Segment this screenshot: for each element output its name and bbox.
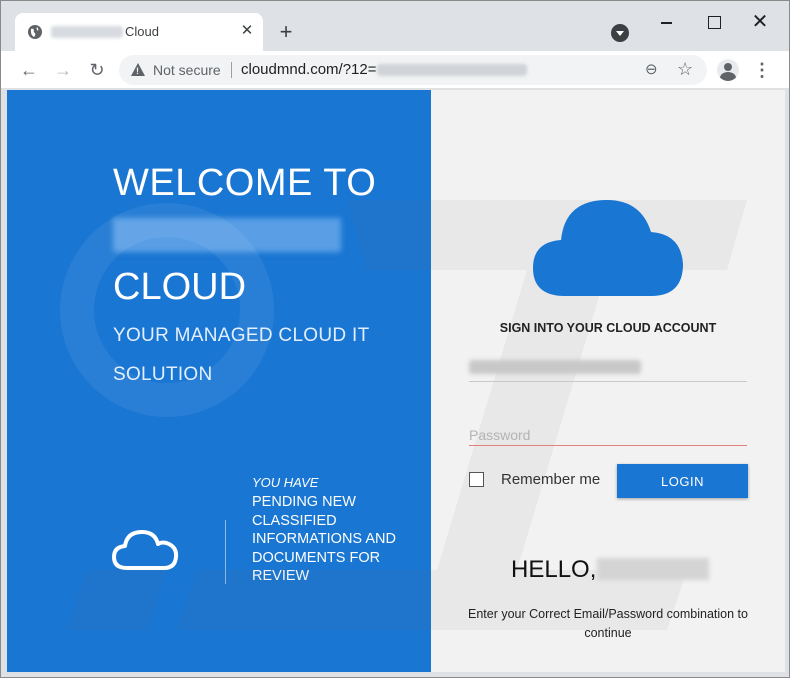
browser-toolbar: ← → ↻ Not secure cloudmnd.com/?12= ⊖ ☆ ⋮	[1, 51, 789, 89]
tagline: YOUR MANAGED CLOUD IT SOLUTION	[113, 325, 370, 385]
url-text[interactable]: cloudmnd.com/?12=	[241, 61, 377, 78]
browser-tab[interactable]: Cloud ✕	[15, 13, 263, 51]
notice-lead: YOU HAVE	[252, 475, 319, 490]
maximize-button[interactable]	[703, 11, 725, 33]
url-redacted	[377, 64, 527, 76]
email-redacted	[469, 360, 641, 374]
notice-body: PENDING NEW CLASSIFIED INFORMATIONS AND …	[252, 494, 396, 584]
kebab-menu-icon[interactable]: ⋮	[753, 59, 771, 81]
address-divider	[231, 62, 232, 78]
minimize-button[interactable]	[655, 11, 677, 33]
cloud-outline-icon	[112, 530, 179, 570]
profile-avatar[interactable]	[717, 59, 739, 81]
security-label[interactable]: Not secure	[153, 62, 221, 78]
cloud-logo-icon	[533, 200, 683, 296]
close-icon[interactable]: ✕	[239, 23, 255, 39]
tab-search-icon[interactable]	[611, 24, 629, 42]
page-content: WELCOME TO CLOUD YOUR MANAGED CLOUD IT S…	[7, 90, 785, 672]
notice-divider	[225, 520, 226, 584]
password-field[interactable]	[469, 424, 747, 446]
login-hint: Enter your Correct Email/Password combin…	[468, 607, 748, 640]
login-button[interactable]: LOGIN	[617, 464, 748, 498]
browser-window: Cloud ✕ + ✕ ← → ↻ Not secure cloudmnd.co…	[0, 0, 790, 678]
bookmark-star-icon[interactable]: ☆	[677, 60, 695, 78]
tab-title: Cloud	[125, 24, 159, 39]
greeting-name-redacted	[597, 558, 709, 580]
zoom-out-icon[interactable]: ⊖	[645, 62, 661, 78]
remember-me-checkbox[interactable]	[469, 472, 484, 487]
tab-strip: Cloud ✕ + ✕	[1, 1, 789, 51]
tab-title-redacted	[51, 26, 123, 38]
remember-me-label[interactable]: Remember me	[501, 471, 600, 488]
greeting: HELLO,	[511, 556, 597, 583]
email-field[interactable]	[469, 381, 747, 382]
reload-icon[interactable]: ↻	[85, 58, 109, 82]
globe-icon	[28, 25, 42, 39]
signin-heading: SIGN INTO YOUR CLOUD ACCOUNT	[499, 321, 717, 335]
window-close-button[interactable]: ✕	[749, 11, 771, 33]
welcome-panel: WELCOME TO CLOUD YOUR MANAGED CLOUD IT S…	[7, 90, 431, 672]
cloud-heading: CLOUD	[113, 266, 247, 308]
address-bar[interactable]: Not secure cloudmnd.com/?12= ⊖ ☆	[119, 55, 707, 85]
forward-arrow-icon[interactable]: →	[51, 58, 75, 82]
welcome-heading: WELCOME TO	[113, 162, 377, 204]
back-arrow-icon[interactable]: ←	[17, 58, 41, 82]
warning-icon[interactable]	[131, 63, 145, 76]
company-name-redacted	[113, 218, 341, 252]
new-tab-button[interactable]: +	[275, 21, 297, 43]
